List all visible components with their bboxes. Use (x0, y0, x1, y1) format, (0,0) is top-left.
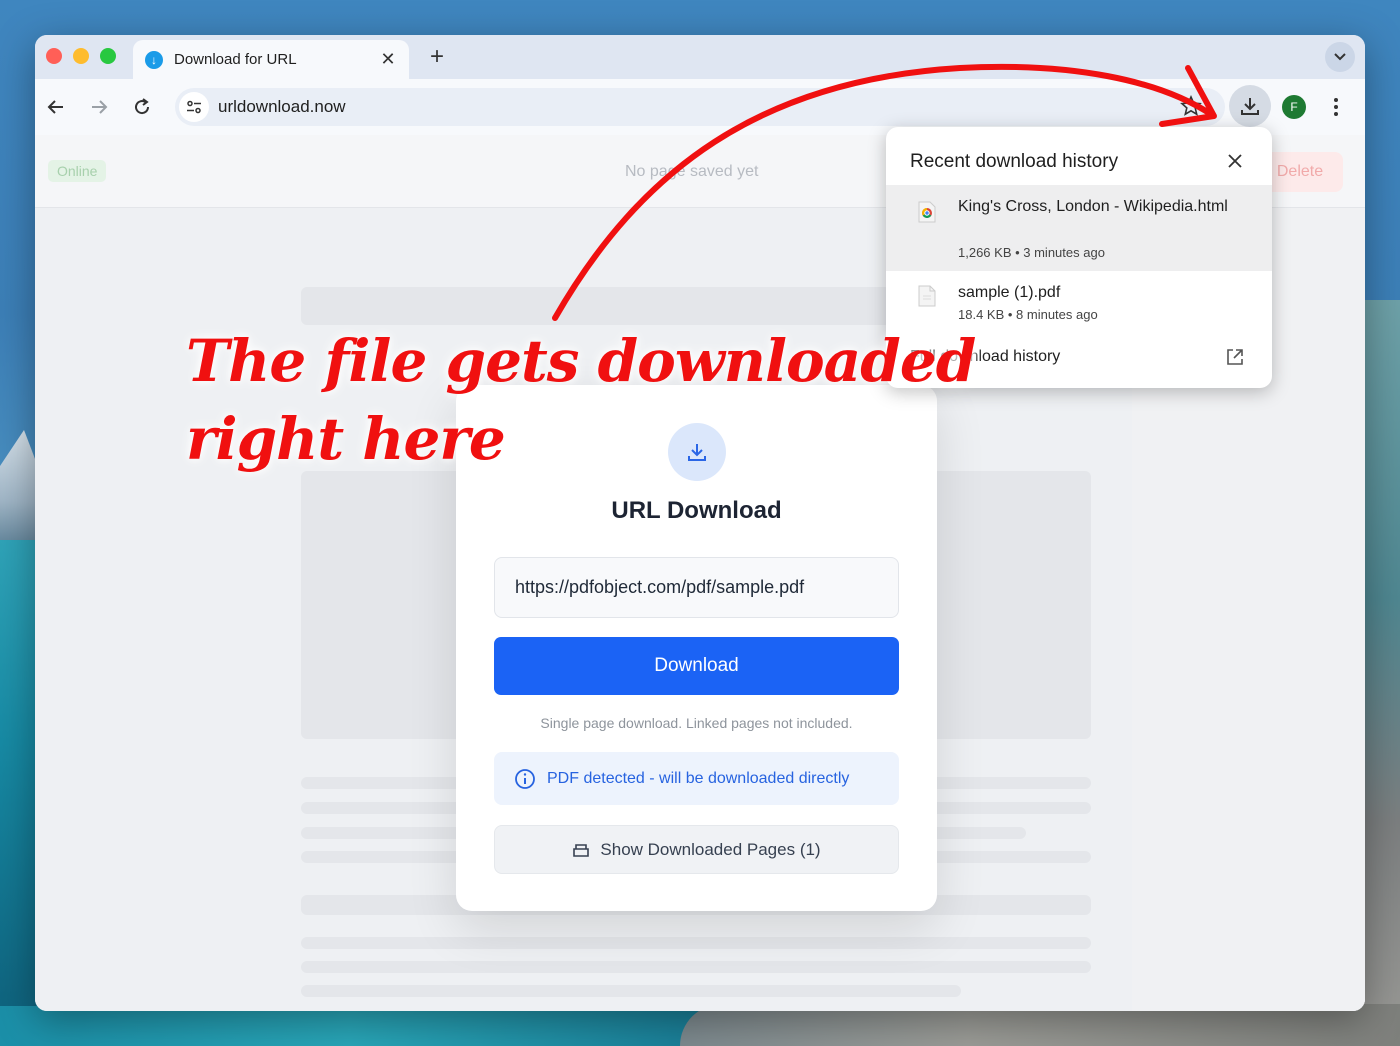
download-item-name: sample (1).pdf (958, 284, 1061, 301)
skeleton-block (301, 287, 891, 325)
reload-button[interactable] (128, 93, 156, 121)
status-badge: Online (48, 160, 107, 182)
skeleton-line (301, 985, 961, 997)
forward-button[interactable] (85, 93, 113, 121)
reload-icon (135, 98, 150, 115)
desktop-wallpaper-rock (1362, 300, 1400, 1046)
window-zoom-button[interactable] (100, 48, 116, 64)
info-icon (515, 768, 535, 789)
chrome-file-icon (918, 201, 936, 223)
download-item-name: King's Cross, London - Wikipedia.html (958, 198, 1228, 215)
tab-search-button[interactable] (1325, 42, 1355, 72)
download-icon (1241, 98, 1259, 115)
new-tab-button[interactable]: + (425, 43, 449, 71)
desktop-wallpaper-water (0, 540, 40, 1046)
tune-icon (187, 100, 201, 114)
url-text: urldownload.now (218, 97, 346, 116)
annotation-line-1: The file gets downloaded (186, 327, 976, 395)
bookmark-star-icon[interactable] (1180, 94, 1202, 122)
pdf-detected-text: PDF detected - will be downloaded direct… (547, 769, 850, 787)
tab-strip: ↓ Download for URL ✕ + (35, 35, 1365, 79)
bubble-close-button[interactable] (1223, 149, 1247, 173)
tab-download-for-url[interactable]: ↓ Download for URL ✕ (133, 40, 409, 79)
open-external-icon[interactable] (1225, 347, 1245, 367)
bubble-title: Recent download history (910, 151, 1119, 172)
annotation-text: The file gets downloaded right here (186, 322, 976, 478)
download-note: Single page download. Linked pages not i… (540, 715, 853, 731)
browser-menu-button[interactable] (1326, 93, 1346, 121)
site-info-button[interactable] (179, 92, 209, 122)
pdf-detected-notice: PDF detected - will be downloaded direct… (494, 752, 899, 805)
download-favicon-icon: ↓ (145, 50, 163, 69)
tab-close-icon[interactable]: ✕ (379, 49, 397, 70)
window-close-button[interactable] (46, 48, 62, 64)
modal-title: URL Download (611, 497, 782, 524)
show-downloaded-pages-button[interactable]: Show Downloaded Pages (1) (494, 825, 899, 874)
desktop-wallpaper-mountain (0, 430, 40, 550)
archive-icon (573, 843, 590, 857)
profile-avatar[interactable]: F (1282, 95, 1306, 119)
downloads-button[interactable] (1229, 85, 1271, 127)
download-button[interactable]: Download (494, 637, 899, 695)
download-item-meta: 18.4 KB • 8 minutes ago (958, 307, 1098, 322)
annotation-line-2: right here (186, 405, 506, 473)
download-item-meta: 1,266 KB • 3 minutes ago (958, 245, 1105, 260)
status-text: No page saved yet (625, 163, 759, 180)
window-minimize-button[interactable] (73, 48, 89, 64)
pdf-file-icon (918, 285, 936, 307)
show-downloaded-pages-label: Show Downloaded Pages (1) (600, 839, 821, 859)
address-bar[interactable]: urldownload.now (175, 88, 1225, 126)
close-icon (1228, 154, 1242, 168)
back-button[interactable] (42, 93, 70, 121)
skeleton-line (301, 937, 1091, 949)
arrow-left-icon (47, 100, 63, 114)
tab-title: Download for URL (174, 51, 297, 68)
download-item[interactable]: King's Cross, London - Wikipedia.html 1,… (886, 185, 1272, 271)
arrow-right-icon (92, 100, 108, 114)
url-input[interactable] (494, 557, 899, 618)
skeleton-line (301, 961, 1091, 973)
desktop-wallpaper-water-bottom (0, 1006, 700, 1046)
chevron-down-icon (1334, 53, 1346, 61)
